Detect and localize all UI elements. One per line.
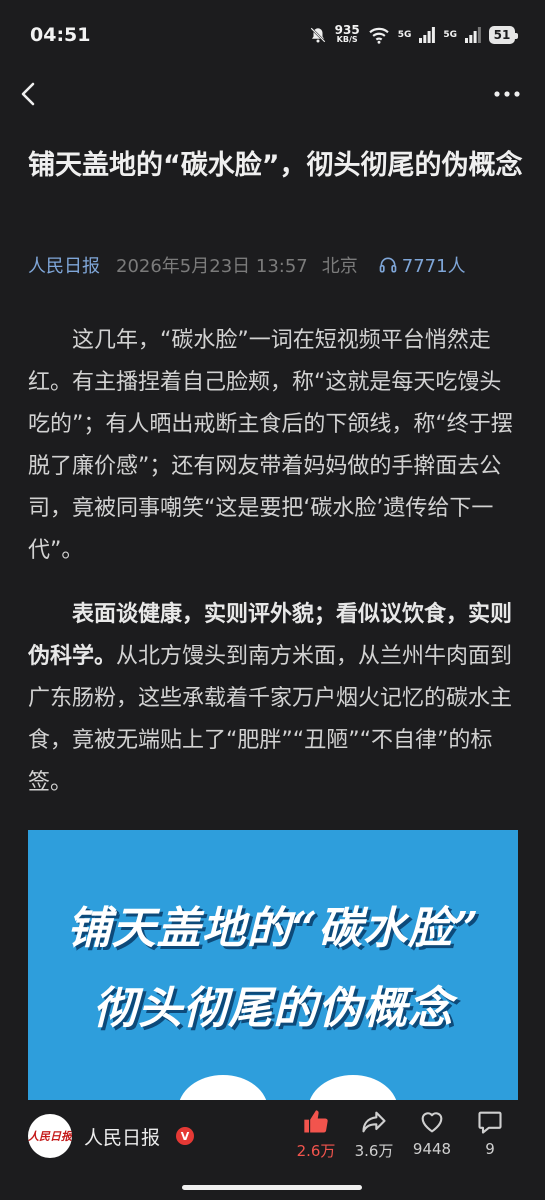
banner-decoration-right xyxy=(308,1075,398,1100)
publish-date: 2026年5月23日 13:57 xyxy=(116,256,308,277)
author-avatar[interactable]: 人民日报 xyxy=(28,1114,72,1158)
avatar-text: 人民日报 xyxy=(28,1130,72,1143)
comment-button[interactable]: 9 xyxy=(464,1108,516,1158)
mute-bell-icon xyxy=(310,27,326,43)
author-name[interactable]: 人民日报 xyxy=(84,1123,160,1150)
heart-icon xyxy=(421,1112,443,1133)
battery-level: 51 xyxy=(493,28,511,42)
home-indicator[interactable] xyxy=(182,1185,362,1190)
comment-count: 9 xyxy=(485,1140,495,1158)
author-info[interactable]: 人民日报 人民日报 V xyxy=(28,1114,195,1158)
source-link[interactable]: 人民日报 xyxy=(28,252,100,278)
battery-icon: 51 xyxy=(489,26,518,44)
nav-bar xyxy=(0,70,545,118)
signal-5g-label-1: 5G xyxy=(397,30,412,40)
article-paragraph-2: 表面谈健康，实则评外貌；看似议饮食，实则伪科学。从北方馒头到南方米面，从兰州牛肉… xyxy=(28,594,520,804)
share-count: 3.6万 xyxy=(354,1142,394,1160)
banner-line-2: 彻头彻尾的伪概念 xyxy=(93,983,453,1034)
status-icons: 935 KB/S 5G 5G 51 xyxy=(309,23,518,45)
article-meta: 人民日报 2026年5月23日 13:57 北京 7771人 xyxy=(28,250,528,280)
favorite-count: 9448 xyxy=(412,1140,452,1158)
net-speed-unit: KB/S xyxy=(336,35,358,44)
net-speed: 935 KB/S xyxy=(334,23,360,45)
article-paragraph-1: 这几年，“碳水脸”一词在短视频平台悄然走红。有主播捏着自己脸颊，称“这就是每天吃… xyxy=(28,328,513,563)
banner-line-1: 铺天盖地的“碳水脸” xyxy=(66,903,480,954)
thumbs-up-icon xyxy=(304,1110,328,1133)
status-time: 04:51 xyxy=(30,24,91,46)
publish-location: 北京 xyxy=(321,256,358,277)
status-bar: 04:51 935 KB/S 5G 5G 51 xyxy=(0,0,545,70)
article-banner-image[interactable]: 铺天盖地的“碳水脸” 彻头彻尾的伪概念 xyxy=(28,830,518,1100)
favorite-button[interactable]: 9448 xyxy=(406,1108,458,1158)
bottom-action-bar: 人民日报 人民日报 V 2.6万 3.6万 9448 9 xyxy=(0,1100,545,1200)
like-button[interactable]: 2.6万 xyxy=(290,1108,342,1161)
signal-5g-label-2: 5G xyxy=(443,30,457,40)
listen-count[interactable]: 7771人 xyxy=(378,252,466,278)
net-speed-value: 935 xyxy=(334,23,360,37)
headphones-icon xyxy=(379,257,397,273)
share-button[interactable]: 3.6万 xyxy=(348,1108,400,1161)
back-arrow-icon[interactable] xyxy=(14,78,46,110)
share-arrow-icon xyxy=(362,1111,386,1133)
more-options-icon[interactable] xyxy=(487,78,527,110)
wifi-icon xyxy=(368,27,389,44)
banner-decoration-left xyxy=(178,1075,268,1100)
listen-count-text: 7771人 xyxy=(401,256,466,277)
comment-bubble-icon xyxy=(478,1111,502,1134)
like-count: 2.6万 xyxy=(296,1142,336,1160)
signal-bars-icon-2 xyxy=(465,27,481,43)
signal-bars-icon xyxy=(419,27,436,43)
verified-badge-icon: V xyxy=(176,1127,195,1145)
article-title: 铺天盖地的“碳水脸”，彻头彻尾的伪概念 xyxy=(28,150,523,181)
